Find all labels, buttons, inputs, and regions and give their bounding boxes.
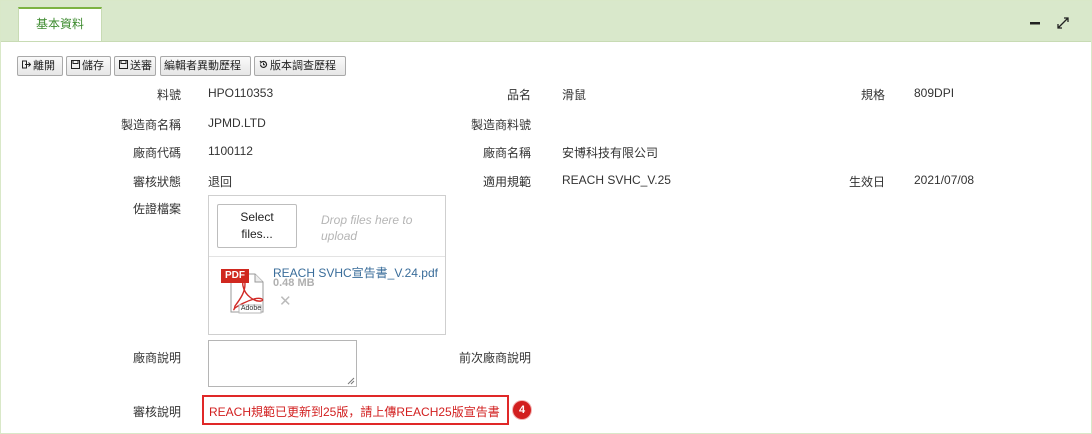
select-files-button[interactable]: Select files... — [217, 204, 297, 248]
vendor-note-label: 廠商說明 — [132, 351, 181, 365]
editor-change-history-button[interactable]: 編輯者異動歷程 — [160, 56, 251, 76]
drop-zone-hint: Drop files here to upload — [321, 212, 431, 244]
submit-review-button[interactable]: 送審 — [114, 56, 156, 76]
drop-hint-line1: Drop files here to — [321, 213, 413, 227]
expand-icon[interactable] — [1052, 13, 1074, 35]
tab-basic-info[interactable]: 基本資料 — [18, 7, 102, 41]
review-status-value: 退回 — [208, 175, 233, 189]
vendor-name-value: 安博科技有限公司 — [562, 146, 659, 160]
part-no-label: 料號 — [156, 88, 181, 102]
file-upload-area[interactable]: Select files... Drop files here to uploa… — [208, 195, 446, 335]
vendor-note-textarea[interactable] — [208, 340, 357, 387]
effective-date-label: 生效日 — [848, 175, 885, 189]
editor-change-history-label: 編輯者異動歷程 — [164, 60, 241, 72]
select-files-label-line2: files... — [241, 227, 273, 241]
pdf-badge: PDF — [221, 269, 249, 283]
basic-info-panel: 基本資料 離開 儲存 送審 編輯者異動歷程 版本調查歷程 料號 HPO11035… — [0, 0, 1092, 434]
vendor-name-label: 廠商名稱 — [482, 146, 531, 160]
review-status-label: 審核狀態 — [132, 175, 181, 189]
manufacturer-part-no-label: 製造商料號 — [470, 118, 531, 132]
adobe-label: Adobe — [240, 305, 262, 312]
review-note-label: 審核說明 — [132, 405, 181, 419]
version-survey-history-label: 版本調查歷程 — [270, 60, 336, 72]
remove-file-icon[interactable]: ✕ — [279, 292, 292, 310]
part-no-value: HPO110353 — [208, 86, 274, 100]
vendor-code-value: 1100112 — [208, 144, 253, 158]
pdf-file-icon: PDF Adobe — [221, 268, 267, 314]
select-files-label-line1: Select — [240, 210, 274, 224]
review-note-value: REACH規範已更新到25版，請上傳REACH25版宣告書 — [209, 405, 500, 419]
manufacturer-name-label: 製造商名稱 — [120, 118, 181, 132]
minimize-icon[interactable] — [1024, 13, 1046, 35]
spec-label: 規格 — [860, 88, 885, 102]
product-name-label: 品名 — [506, 88, 531, 102]
effective-date-value: 2021/07/08 — [914, 173, 975, 187]
spec-value: 809DPI — [914, 86, 955, 100]
submit-icon — [118, 58, 128, 76]
uploaded-file-size: 0.48 MB — [273, 277, 315, 289]
version-survey-history-button[interactable]: 版本調查歷程 — [254, 56, 346, 76]
upload-divider — [209, 256, 445, 257]
previous-vendor-note-label: 前次廠商說明 — [458, 351, 531, 365]
applicable-regulation-value: REACH SVHC_V.25 — [562, 173, 671, 187]
exit-label: 離開 — [33, 60, 55, 72]
exit-icon — [21, 58, 31, 76]
save-label: 儲存 — [82, 60, 104, 72]
manufacturer-name-value: JPMD.LTD — [208, 116, 266, 130]
resize-grip-icon[interactable] — [347, 377, 355, 385]
product-name-value: 滑鼠 — [562, 88, 587, 102]
supporting-files-label: 佐證檔案 — [132, 202, 181, 216]
annotation-badge: 4 — [513, 401, 531, 419]
review-note-highlight: REACH規範已更新到25版，請上傳REACH25版宣告書 — [202, 395, 509, 425]
vendor-code-label: 廠商代碼 — [132, 146, 181, 160]
exit-button[interactable]: 離開 — [17, 56, 63, 76]
submit-review-label: 送審 — [130, 60, 152, 72]
tab-bar: 基本資料 — [1, 1, 1091, 42]
save-button[interactable]: 儲存 — [66, 56, 111, 76]
save-icon — [70, 58, 80, 76]
applicable-regulation-label: 適用規範 — [482, 175, 531, 189]
history-icon — [258, 58, 268, 76]
drop-hint-line2: upload — [321, 229, 358, 243]
